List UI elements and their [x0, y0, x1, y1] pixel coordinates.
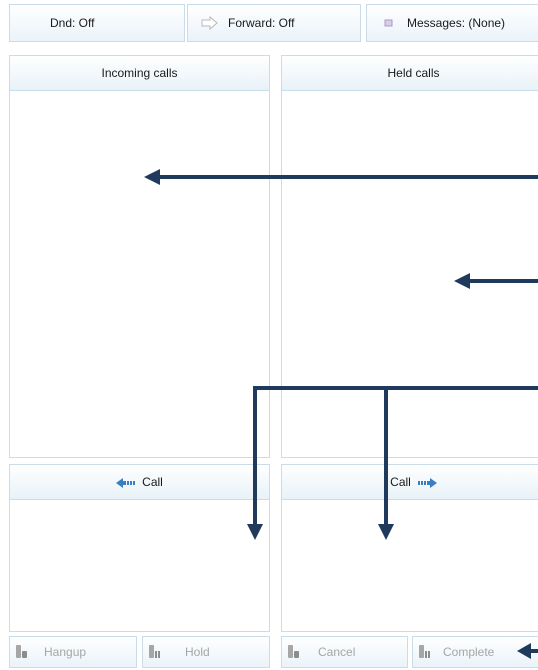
- hold-button[interactable]: Hold: [142, 636, 270, 668]
- call-right-list[interactable]: [282, 500, 538, 631]
- message-square-icon: [379, 16, 399, 30]
- hold-label: Hold: [185, 645, 210, 659]
- phone-handset-icon: [417, 644, 433, 660]
- call-left-header[interactable]: Call: [10, 465, 269, 500]
- call-left-panel: Call: [9, 464, 270, 632]
- forward-button[interactable]: Forward: Off: [187, 4, 361, 42]
- call-right-label: Call: [390, 475, 411, 489]
- cancel-label: Cancel: [318, 645, 356, 659]
- phone-handset-icon: [286, 644, 302, 660]
- cancel-button[interactable]: Cancel: [281, 636, 408, 668]
- incoming-calls-list[interactable]: [10, 91, 269, 457]
- hangup-button[interactable]: Hangup: [9, 636, 137, 668]
- call-left-list[interactable]: [10, 500, 269, 631]
- held-calls-title: Held calls: [387, 66, 440, 80]
- incoming-calls-panel: Incoming calls: [9, 55, 270, 458]
- held-calls-panel: Held calls: [281, 55, 538, 458]
- call-right-header[interactable]: Call: [282, 465, 538, 500]
- phone-handset-icon: [147, 644, 163, 660]
- complete-button[interactable]: Complete: [412, 636, 538, 668]
- complete-label: Complete: [443, 645, 495, 659]
- call-right-panel: Call: [281, 464, 538, 632]
- phone-handset-icon: [14, 644, 30, 660]
- incoming-calls-title: Incoming calls: [101, 66, 178, 80]
- dnd-button[interactable]: Dnd: Off: [9, 4, 185, 42]
- forward-arrow-icon: [200, 15, 220, 31]
- held-calls-header: Held calls: [282, 56, 538, 91]
- dnd-label: Dnd: Off: [50, 16, 95, 30]
- messages-button[interactable]: Messages: (None): [366, 4, 538, 42]
- held-calls-list[interactable]: [282, 91, 538, 457]
- call-right-arrow-icon: [415, 477, 437, 488]
- call-left-label: Call: [142, 475, 163, 489]
- messages-label: Messages: (None): [407, 16, 506, 30]
- call-left-arrow-icon: [116, 477, 138, 488]
- hangup-label: Hangup: [44, 645, 87, 659]
- incoming-calls-header: Incoming calls: [10, 56, 269, 91]
- forward-label: Forward: Off: [228, 16, 295, 30]
